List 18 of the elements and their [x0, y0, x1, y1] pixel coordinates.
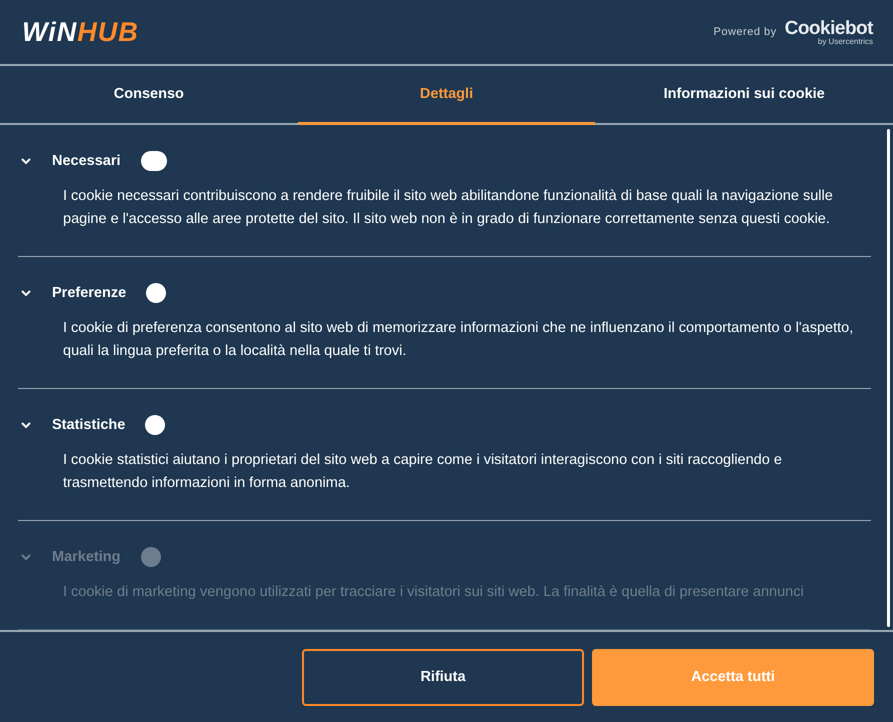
powered-by-label: Powered by [714, 26, 777, 38]
section-description: I cookie necessari contribuiscono a rendere fruibile il sito web abilitandone funzionalità di base quali la navigazione sulle pagine e l'accesso alle aree protette del sito. Il sito web non è in grado di funzionare correttamente senza questi cookie. [63, 187, 834, 229]
chevron-icon[interactable] [20, 421, 32, 429]
chevron-icon[interactable] [20, 289, 32, 297]
chevron-icon[interactable] [20, 157, 32, 165]
section-description: I cookie di preferenza consentono al sito web di memorizzare informazioni che ne influenzano il comportamento o l'aspetto, quali la lingua preferita o la località nella quale ti trovi. [63, 319, 854, 361]
scrollbar[interactable] [887, 129, 890, 627]
section-description: I cookie di marketing vengono utilizzati per tracciare i visitatori sui siti web. La finalità è quella di presentare annunci [63, 583, 805, 602]
reject-button[interactable]: Rifiuta [302, 648, 584, 706]
tab[interactable]: Dettagli [298, 66, 596, 125]
section-description: I cookie statistici aiutano i proprietari del sito web a capire come i visitatori interagiscono con i siti raccogliendo e trasmettendo informazioni in forma anonima. [63, 451, 783, 493]
cookiebot-logo: Cookiebot by Usercentrics [784, 18, 873, 46]
section-title[interactable]: Statistiche [52, 417, 126, 433]
section-title[interactable]: Preferenze [52, 285, 126, 301]
tab[interactable]: Informazioni sui cookie [595, 66, 893, 125]
section-title[interactable]: Necessari [52, 153, 121, 169]
logo: WiNHUB [22, 16, 139, 48]
tab[interactable]: Consenso [0, 66, 298, 125]
